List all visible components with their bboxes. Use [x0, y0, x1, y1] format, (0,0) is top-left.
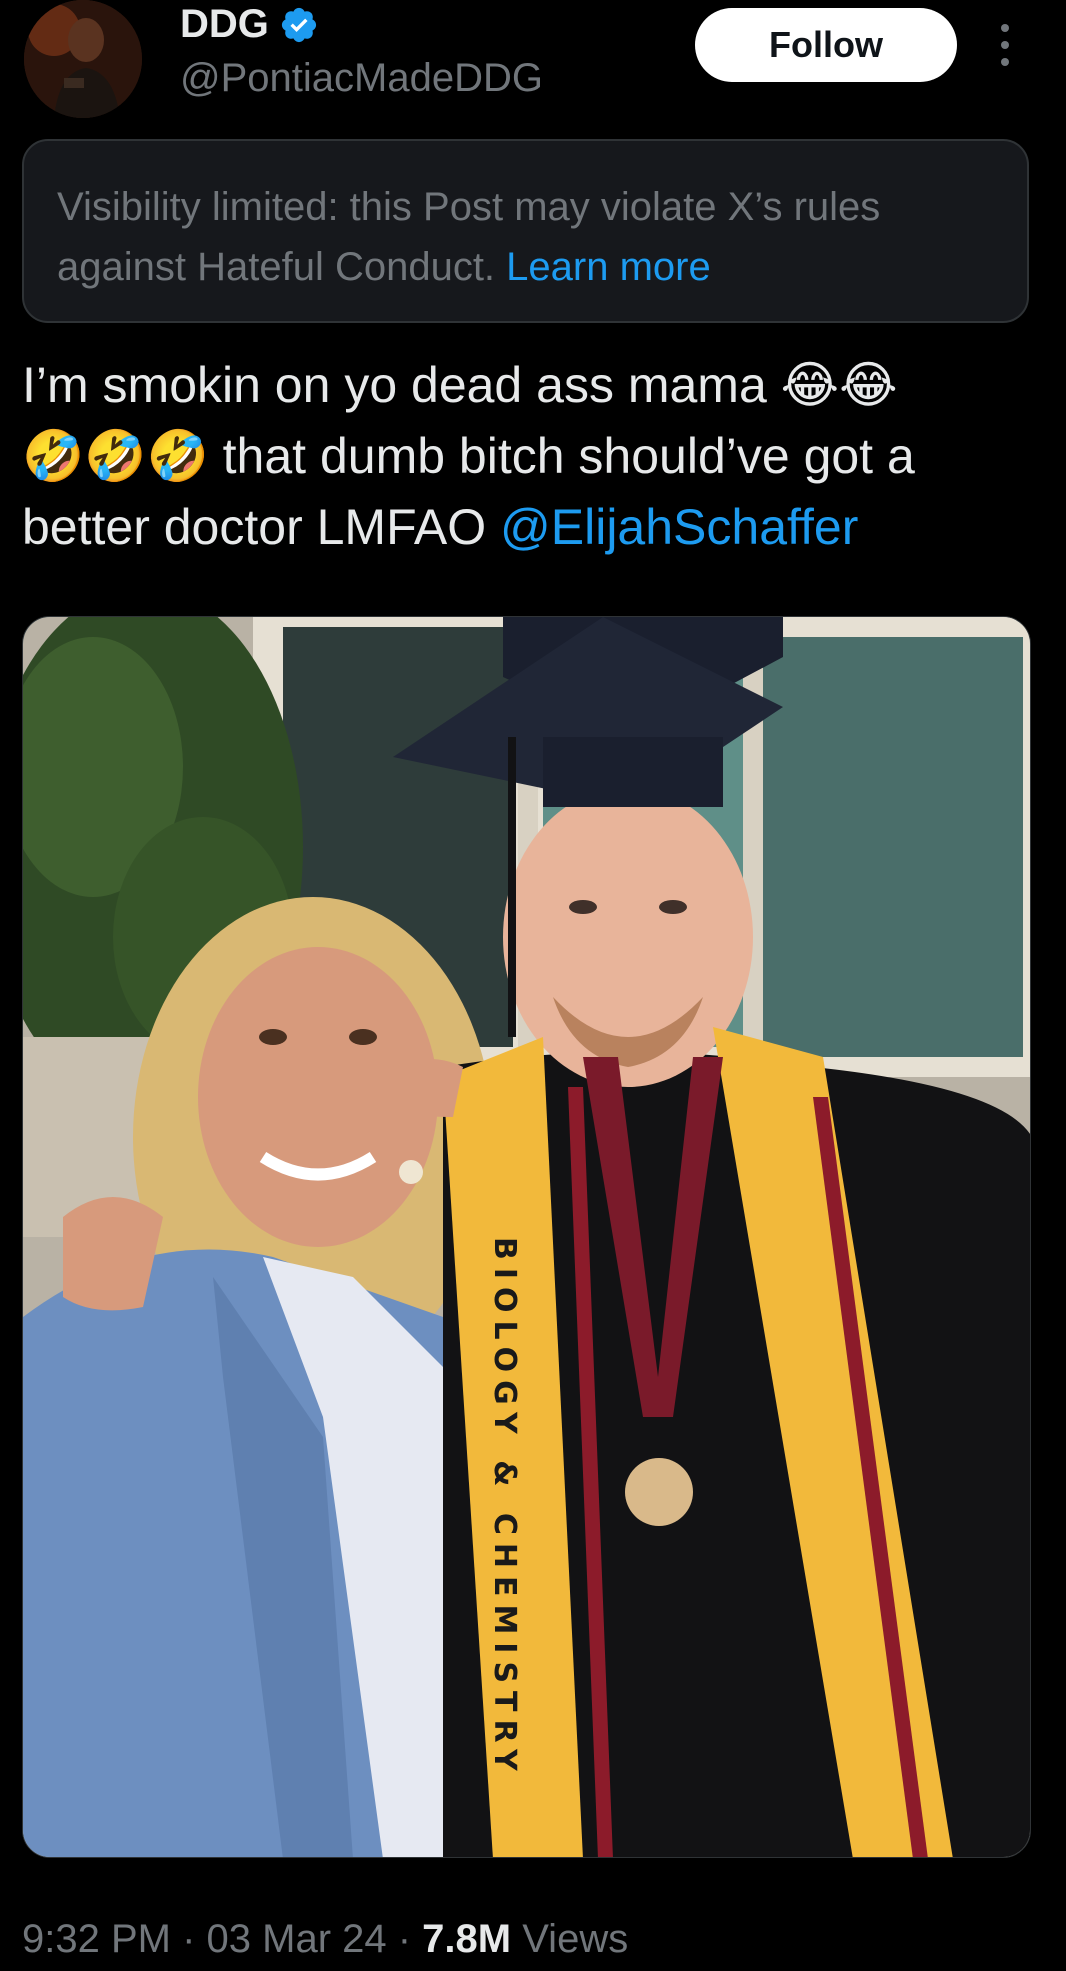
verified-badge-icon [281, 7, 316, 42]
visibility-notice: Visibility limited: this Post may violat… [22, 139, 1029, 323]
tweet-line-3-text: better doctor LMFAO [22, 499, 487, 555]
follow-button[interactable]: Follow [695, 8, 957, 82]
author-avatar[interactable] [24, 0, 142, 118]
graduation-photo [23, 617, 1030, 1857]
more-dot [1001, 24, 1009, 32]
views-count[interactable]: 7.8M [422, 1917, 511, 1961]
tweet-photo[interactable]: BIOLOGY & CHEMISTRY [22, 616, 1031, 1858]
tweet-page: DDG @PontiacMadeDDG Follow Visibility li… [0, 0, 1066, 1971]
notice-text: Visibility limited: this Post may violat… [57, 185, 881, 289]
avatar-photo [24, 0, 142, 118]
more-dot [1001, 41, 1009, 49]
meta-separator: · [386, 1917, 423, 1961]
tweet-meta: 9:32 PM · 03 Mar 24 · 7.8M Views [22, 1917, 628, 1962]
author-display-name[interactable]: DDG [180, 2, 269, 47]
meta-separator: · [170, 1917, 207, 1961]
mention-link[interactable]: @ElijahSchaffer [500, 499, 858, 555]
author-handle[interactable]: @PontiacMadeDDG [180, 56, 543, 101]
more-dot [1001, 58, 1009, 66]
more-options-icon[interactable] [990, 24, 1020, 66]
author-name-row[interactable]: DDG [180, 2, 319, 47]
views-label: Views [511, 1917, 629, 1961]
tweet-line-2: 🤣🤣🤣 that dumb bitch should’ve got a [22, 428, 915, 484]
sash-text: BIOLOGY & CHEMISTRY [487, 1237, 522, 1779]
learn-more-link[interactable]: Learn more [506, 245, 711, 289]
tweet-line-1: I’m smokin on yo dead ass mama 😂😂 [22, 357, 898, 413]
tweet-line-3: better doctor LMFAO @ElijahSchaffer [22, 492, 1042, 563]
tweet-time[interactable]: 9:32 PM [22, 1917, 171, 1961]
tweet-date[interactable]: 03 Mar 24 [207, 1917, 387, 1961]
tweet-text: I’m smokin on yo dead ass mama 😂😂 🤣🤣🤣 th… [22, 350, 1042, 563]
